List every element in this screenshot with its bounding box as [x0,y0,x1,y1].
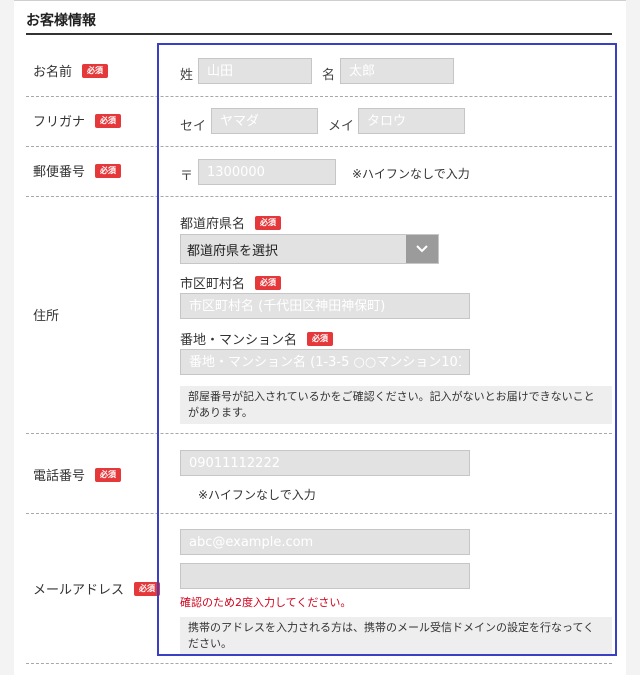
required-badge: 必須 [255,215,282,230]
street-label: 番地・マンション名 [180,333,298,348]
email-error-message: 確認のため2度入力してください。 [180,596,352,609]
furigana-label: フリガナ [33,115,86,130]
email-row-label: メールアドレス 必須 [33,579,161,598]
postal-row-label: 郵便番号 必須 [33,161,122,180]
postal-label: 郵便番号 [33,165,86,180]
required-badge: 必須 [307,331,334,346]
left-gutter [0,0,14,675]
first-name-input[interactable] [340,58,454,84]
last-kana-prefix: セイ [180,119,207,134]
address-note: 部屋番号が記入されているかをご確認ください。記入がないとお届けできないことがあり… [180,386,612,424]
street-input[interactable] [180,349,470,375]
city-label-group: 市区町村名 必須 [180,273,282,292]
right-gutter [626,0,640,675]
required-badge: 必須 [95,467,122,482]
email-input[interactable] [180,529,470,555]
street-label-group: 番地・マンション名 必須 [180,329,334,348]
furigana-row-label: フリガナ 必須 [33,111,122,130]
prefecture-label: 都道府県名 [180,217,246,232]
required-badge: 必須 [134,581,161,596]
row-divider [26,96,612,97]
city-label: 市区町村名 [180,277,246,292]
row-divider [26,663,612,664]
required-badge: 必須 [95,163,122,178]
required-badge: 必須 [95,113,122,128]
phone-row-label: 電話番号 必須 [33,465,122,484]
last-name-prefix: 姓 [180,68,194,83]
email-note: 携帯のアドレスを入力される方は、携帯のメール受信ドメインの設定を行なってください… [180,617,612,655]
prefecture-label-group: 都道府県名 必須 [180,213,282,232]
address-row-label: 住所 [33,305,59,324]
email-confirm-input[interactable] [180,563,470,589]
postal-mark-icon: 〒 [180,169,194,184]
address-label: 住所 [33,309,60,324]
last-kana-input[interactable] [211,108,318,134]
postal-hint: ※ハイフンなしで入力 [352,167,470,181]
row-divider [26,433,612,434]
last-name-input[interactable] [198,58,312,84]
row-divider [26,146,612,147]
first-kana-input[interactable] [358,108,465,134]
postal-code-input[interactable] [198,159,336,185]
name-row-label: お名前 必須 [33,61,109,80]
name-label: お名前 [33,65,73,80]
email-label: メールアドレス [33,583,125,598]
page-top-edge [0,0,640,1]
row-divider [26,196,612,197]
first-name-prefix: 名 [322,68,336,83]
first-kana-prefix: メイ [328,119,355,134]
phone-hint: ※ハイフンなしで入力 [198,488,316,502]
phone-label: 電話番号 [33,469,86,484]
city-input[interactable] [180,293,470,319]
title-divider [26,33,612,35]
required-badge: 必須 [255,275,282,290]
phone-input[interactable] [180,450,470,476]
prefecture-select[interactable]: 都道府県を選択 [180,234,439,264]
section-title: お客様情報 [26,13,96,29]
prefecture-select-value: 都道府県を選択 [187,243,279,259]
required-badge: 必須 [82,63,109,78]
chevron-down-icon[interactable] [406,235,438,263]
row-divider [26,513,612,514]
